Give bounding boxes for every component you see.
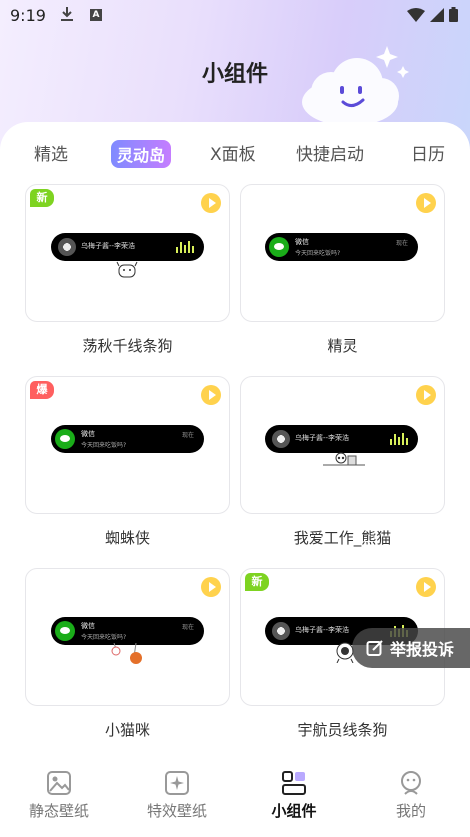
bottom-nav: 静态壁纸 特效壁纸 小组件 我的 (0, 760, 470, 837)
widget-card[interactable]: 爆 微信 今天回来吃饭吗? 现在 (25, 376, 230, 514)
dynamic-island-preview: 乌梅子酱--李荣浩 (265, 425, 418, 453)
message-body: 今天回来吃饭吗? (295, 250, 341, 257)
nav-effect-wallpaper[interactable]: 特效壁纸 (127, 770, 227, 821)
nav-profile[interactable]: 我的 (361, 770, 461, 821)
swing-dog-icon (116, 261, 138, 278)
download-icon (60, 6, 74, 26)
a-icon: A (90, 9, 102, 21)
battery-icon (449, 7, 458, 22)
sparkle-image-icon (164, 770, 190, 796)
hot-badge: 爆 (30, 381, 54, 399)
nav-widgets[interactable]: 小组件 (244, 770, 344, 821)
tab-calendar[interactable]: 日历 (411, 140, 445, 165)
status-right-icons (407, 7, 458, 22)
message-time: 现在 (181, 432, 194, 439)
card-title: 蜘蛛侠 (104, 529, 150, 547)
wifi-icon (407, 7, 425, 22)
card-title: 荡秋千线条狗 (82, 337, 173, 355)
message-time: 现在 (395, 240, 408, 247)
widget-card[interactable]: 乌梅子酱--李荣浩 (240, 376, 445, 514)
album-art-icon (272, 622, 290, 640)
audio-wave-icon (176, 241, 194, 253)
card-title: 宇航员线条狗 (297, 721, 388, 739)
kitten-ball-icon (111, 643, 142, 664)
card-title: 小猫咪 (104, 721, 150, 739)
message-app: 微信 (81, 622, 95, 630)
dynamic-island-preview: 微信 今天回来吃饭吗? 现在 (51, 425, 204, 453)
edit-icon (366, 640, 383, 656)
message-app: 微信 (295, 238, 309, 246)
album-art-icon (58, 238, 76, 256)
play-icon[interactable] (416, 385, 436, 405)
signal-icon (430, 7, 444, 22)
tab-featured[interactable]: 精选 (34, 140, 68, 165)
tab-quick-launch[interactable]: 快捷启动 (296, 140, 364, 165)
tab-x-panel[interactable]: X面板 (210, 140, 256, 165)
play-icon[interactable] (201, 193, 221, 213)
widget-card[interactable]: 新 乌梅子酱--李荣浩 (25, 184, 230, 322)
message-app: 微信 (81, 430, 95, 438)
category-tabs: 精选 灵动岛 X面板 快捷启动 日历 (0, 140, 470, 168)
play-icon[interactable] (201, 577, 221, 597)
audio-wave-icon (390, 433, 408, 445)
dynamic-island-preview: 微信 今天回来吃饭吗? 现在 (265, 233, 418, 261)
report-button[interactable]: 举报投诉 (352, 628, 470, 668)
report-label: 举报投诉 (390, 640, 455, 659)
widget-card[interactable]: 微信 今天回来吃饭吗? 现在 (25, 568, 230, 706)
card-title: 我爱工作_熊猫 (293, 529, 392, 547)
song-title: 乌梅子酱--李荣浩 (81, 242, 136, 250)
wechat-icon (269, 237, 289, 257)
tab-dynamic-island[interactable]: 灵动岛 (111, 140, 172, 168)
new-badge: 新 (245, 573, 269, 591)
widget-card[interactable]: 微信 今天回来吃饭吗? 现在 (240, 184, 445, 322)
message-body: 今天回来吃饭吗? (81, 442, 127, 449)
cloud-mascot-icon (295, 40, 415, 134)
play-icon[interactable] (416, 577, 436, 597)
widget-icon (281, 770, 307, 796)
message-time: 现在 (181, 624, 194, 631)
dynamic-island-preview: 乌梅子酱--李荣浩 (51, 233, 204, 261)
play-icon[interactable] (201, 385, 221, 405)
wechat-icon (55, 621, 75, 641)
status-bar: 9:19 A (0, 0, 470, 32)
panda-desk-icon (323, 452, 365, 466)
wechat-icon (55, 429, 75, 449)
song-title: 乌梅子酱--李荣浩 (295, 626, 350, 634)
message-body: 今天回来吃饭吗? (81, 634, 127, 641)
dynamic-island-preview: 微信 今天回来吃饭吗? 现在 (51, 617, 204, 645)
new-badge: 新 (30, 189, 54, 207)
nav-static-wallpaper[interactable]: 静态壁纸 (9, 770, 109, 821)
status-time: 9:19 (10, 6, 46, 25)
image-icon (46, 770, 72, 796)
play-icon[interactable] (416, 193, 436, 213)
profile-icon (398, 770, 424, 796)
card-title: 精灵 (327, 337, 358, 355)
album-art-icon (272, 430, 290, 448)
song-title: 乌梅子酱--李荣浩 (295, 434, 350, 442)
